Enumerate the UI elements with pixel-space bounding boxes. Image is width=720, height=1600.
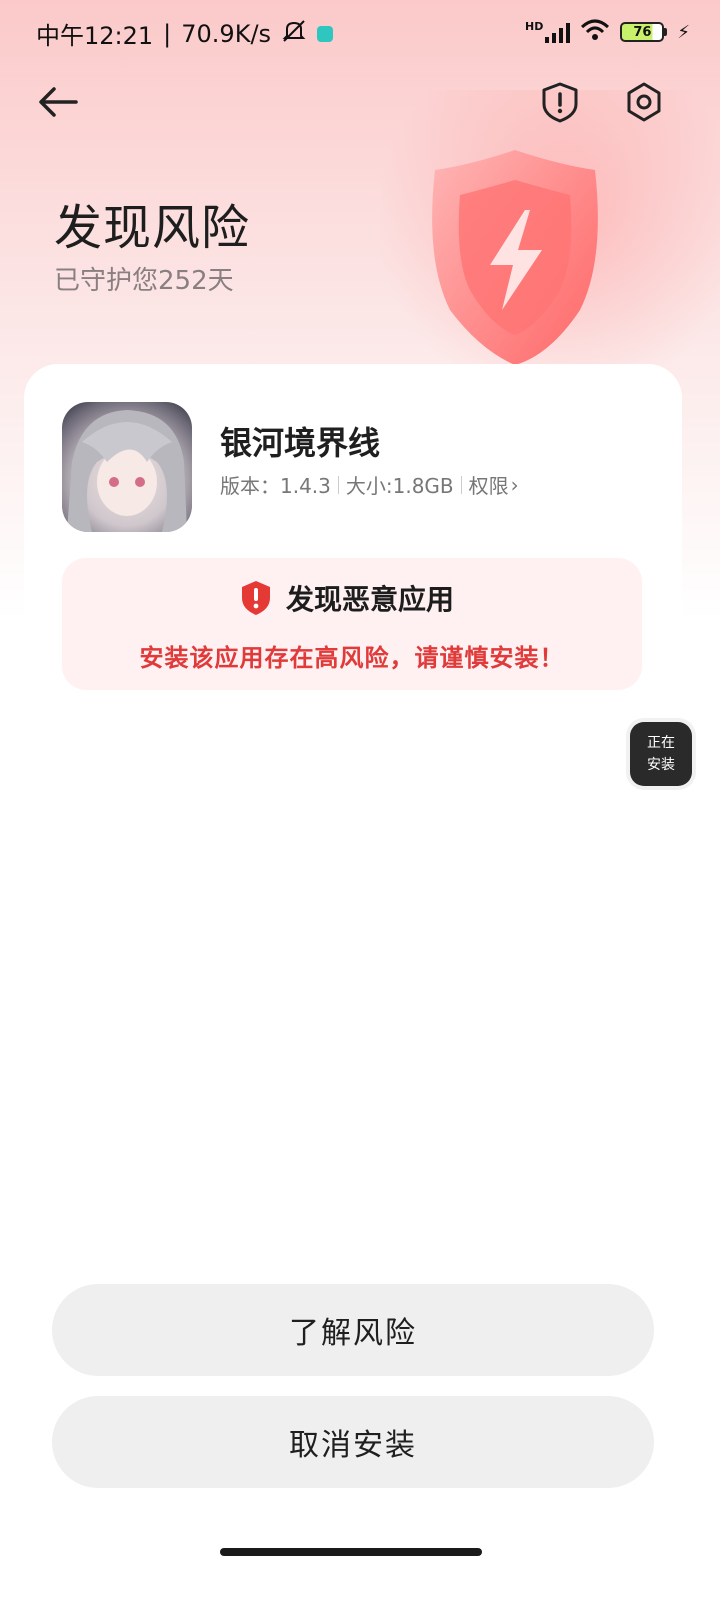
app-size: 大小:1.8GB <box>345 474 454 498</box>
permissions-label: 权限 <box>468 474 509 498</box>
protection-days-text: 已守护您252天 <box>54 266 234 296</box>
page-title: 发现风险 <box>54 200 251 256</box>
chevron-right-icon: › <box>510 472 519 497</box>
status-divider: | <box>163 19 172 48</box>
home-indicator[interactable] <box>220 1548 482 1556</box>
permissions-link[interactable]: 权限 › <box>469 470 519 499</box>
warning-title-row: 发现恶意应用 <box>240 578 454 618</box>
app-version: 版本：1.4.3 <box>220 474 331 498</box>
installing-line-2: 安装 <box>647 757 675 773</box>
security-shield-button[interactable] <box>538 80 582 124</box>
installing-floating-bubble[interactable]: 正在 安装 <box>630 722 692 786</box>
hd-label: HD <box>525 19 544 33</box>
battery-indicator: 76 <box>620 22 668 42</box>
gear-icon <box>627 82 661 122</box>
meta-divider <box>337 475 339 494</box>
notification-app-icon <box>317 25 334 42</box>
app-name: 银河境界线 <box>220 424 381 462</box>
status-left: 中午12:21 | 70.9K/s <box>36 16 334 51</box>
battery-tip <box>664 28 668 36</box>
back-button[interactable] <box>36 80 88 124</box>
status-time: 中午12:21 <box>36 22 154 50</box>
charging-icon: ⚡ <box>677 21 690 43</box>
settings-button[interactable] <box>622 80 666 124</box>
warning-title: 发现恶意应用 <box>286 583 455 616</box>
warning-message: 安装该应用存在高风险，请谨慎安装！ <box>139 644 565 672</box>
app-meta-row: 版本：1.4.3 大小:1.8GB 权限 › <box>220 470 519 499</box>
learn-risk-button[interactable]: 了解风险 <box>52 1284 654 1376</box>
mute-icon <box>281 19 307 48</box>
battery-icon: 76 <box>620 22 665 42</box>
meta-divider <box>460 475 462 494</box>
warning-shield-icon <box>242 581 270 615</box>
status-network-speed: 70.9K/s <box>181 19 272 48</box>
shield-alert-icon <box>542 82 578 123</box>
signal-icon <box>545 21 571 43</box>
risk-shield-illustration <box>410 140 620 370</box>
status-right: HD 76 ⚡ <box>525 18 690 46</box>
installing-line-1: 正在 <box>647 735 675 751</box>
top-bar <box>0 70 720 134</box>
battery-level: 76 <box>633 24 652 40</box>
back-arrow-icon <box>39 87 78 117</box>
wifi-icon <box>580 18 610 46</box>
app-icon <box>62 402 192 532</box>
cancel-install-button[interactable]: 取消安装 <box>52 1396 654 1488</box>
status-bar: 中午12:21 | 70.9K/s HD 76 ⚡ <box>0 0 720 64</box>
